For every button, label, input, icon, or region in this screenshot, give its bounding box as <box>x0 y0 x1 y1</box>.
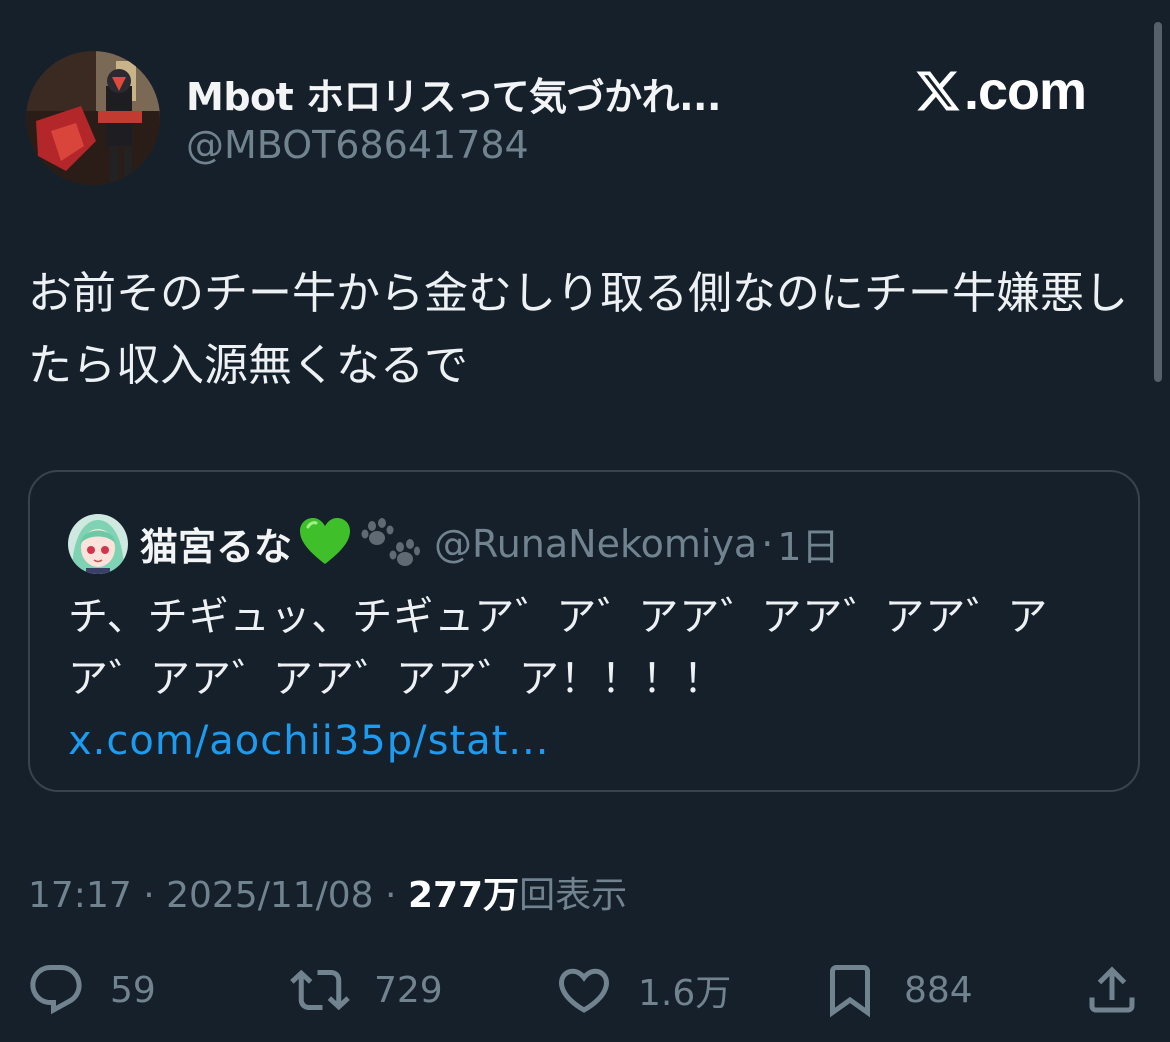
like-button[interactable]: 1.6万 <box>554 960 731 1020</box>
like-count: 1.6万 <box>638 973 732 1014</box>
views-label: 回表示 <box>519 875 628 916</box>
heart-icon <box>558 968 610 1013</box>
quote-text-body: チ、チギュッ、チギュア゛ア゛アア゛アア゛アア゛アア゛アア゛アア゛アア゛ア！！！！ <box>68 594 1049 702</box>
tweet-text: お前そのチー牛から金むしり取る側なのにチー牛嫌悪したら収入源無くなるで <box>28 268 1128 391</box>
quote-tweet-card[interactable]: 猫宮るな @RunaNekomiya · 1日 チ、チギュッ、チギュア゛ア゛アア… <box>28 470 1140 792</box>
quote-separator: · <box>761 521 774 566</box>
avatar-image <box>26 51 160 185</box>
green-heart-icon <box>298 517 352 571</box>
bookmark-icon <box>830 965 870 1018</box>
x-logo: .com <box>913 60 1087 122</box>
quote-header: 猫宮るな @RunaNekomiya · 1日 <box>140 516 840 571</box>
action-bar: 59 729 1.6万 884 <box>0 960 1170 1030</box>
reply-button[interactable]: 59 <box>26 960 156 1020</box>
paw-prints-icon <box>358 517 421 571</box>
scrollbar[interactable] <box>1154 22 1162 382</box>
x-domain-text: .com <box>964 61 1087 121</box>
meta-dot: · <box>373 875 408 916</box>
share-icon <box>1089 966 1135 1013</box>
bookmark-count: 884 <box>904 969 973 1011</box>
x-logo-icon <box>916 71 960 111</box>
quote-author-avatar[interactable] <box>68 514 128 574</box>
author-handle[interactable]: @MBOT68641784 <box>186 123 529 167</box>
quote-handle[interactable]: @RunaNekomiya <box>434 522 757 566</box>
quote-text: チ、チギュッ、チギュア゛ア゛アア゛アア゛アア゛アア゛アア゛アア゛アア゛ア！！！！… <box>68 586 1108 772</box>
retweet-count: 729 <box>374 969 443 1011</box>
quote-avatar-image <box>68 514 128 574</box>
quote-display-name[interactable]: 猫宮るな <box>140 516 292 571</box>
tweet-meta: 17:17 · 2025/11/08 · 277万回表示 <box>28 866 627 918</box>
quote-link[interactable]: x.com/aochii35p/stat... <box>68 718 549 764</box>
retweet-icon <box>290 969 350 1011</box>
author-avatar[interactable] <box>26 51 160 185</box>
tweet-date[interactable]: 2025/11/08 <box>166 875 374 916</box>
tweet-time[interactable]: 17:17 <box>28 875 132 916</box>
author-display-name[interactable]: Mbot ホロリスって気づかれ... <box>186 66 721 121</box>
meta-dot: · <box>131 875 167 916</box>
reply-icon <box>30 965 82 1015</box>
share-button[interactable] <box>1082 960 1142 1020</box>
quote-timestamp[interactable]: 1日 <box>777 516 839 571</box>
retweet-button[interactable]: 729 <box>290 960 443 1020</box>
reply-count: 59 <box>110 969 156 1011</box>
bookmark-button[interactable]: 884 <box>820 960 973 1020</box>
views-count: 277万 <box>407 875 520 916</box>
